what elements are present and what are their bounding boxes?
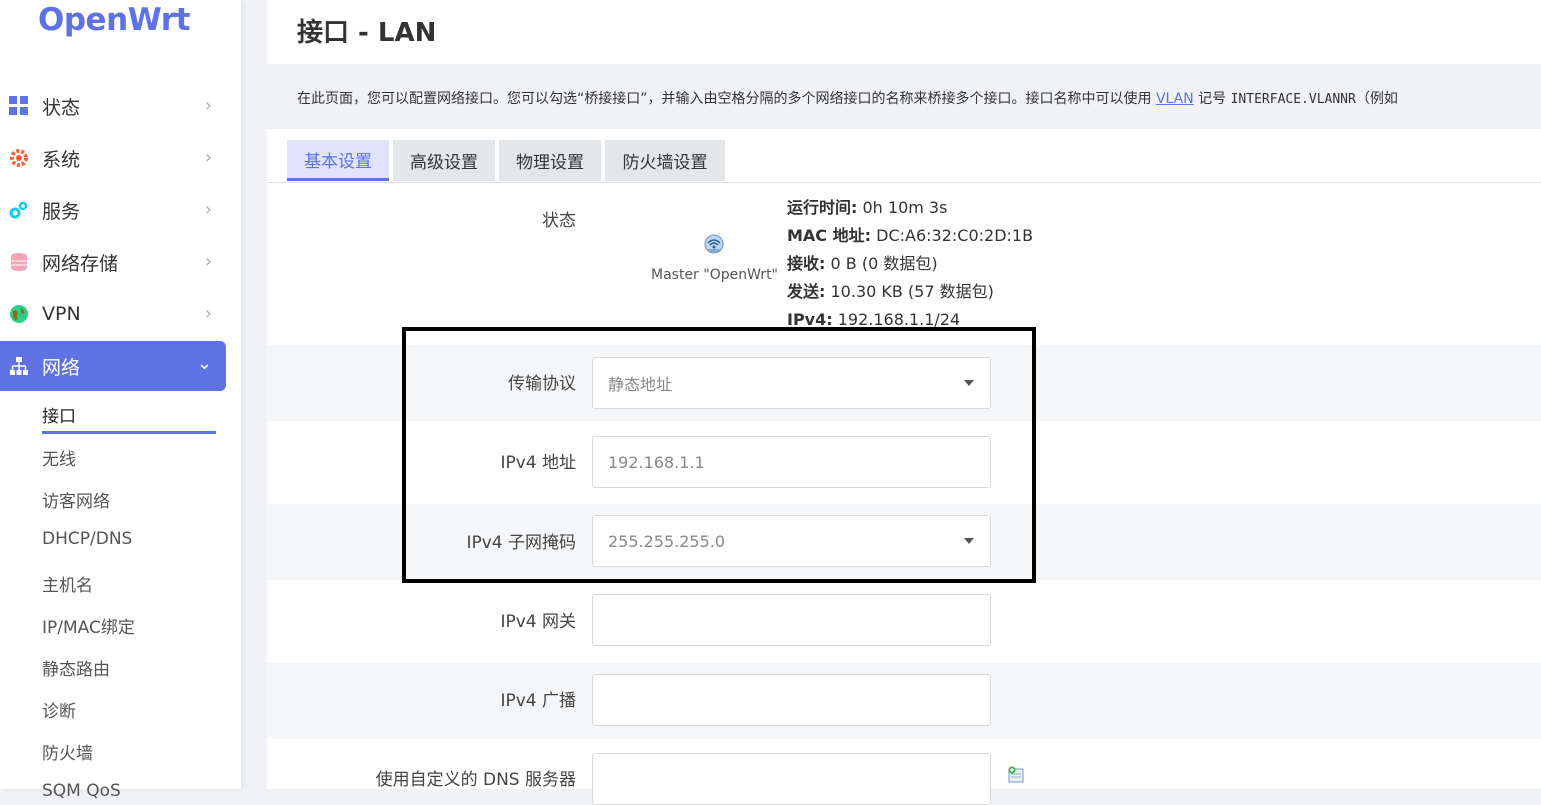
description-text: 在此页面，您可以配置网络接口。您可以勾选“桥接接口”，并输入由空格分隔的多个网络… [297,91,1156,107]
gateway-input[interactable] [592,594,991,646]
sidebar-item-system[interactable]: 系统 › [0,133,226,183]
uptime-label: 运行时间: [787,198,858,217]
gear-icon [8,147,30,169]
description-code: INTERFACE.VLANNR [1230,92,1356,107]
dashboard-grid-icon [8,95,30,117]
tab-physical[interactable]: 物理设置 [499,140,601,181]
tx-line: 发送: 10.30 KB (57 数据包) [787,278,1033,306]
sidebar-item-label: 状态 [42,96,81,119]
sidebar-item-label: 系统 [42,148,81,171]
gateway-label: IPv4 网关 [500,612,576,632]
page-description: 在此页面，您可以配置网络接口。您可以勾选“桥接接口”，并输入由空格分隔的多个网络… [297,88,1398,108]
chevron-right-icon: › [204,199,212,220]
sitemap-icon [8,355,30,377]
description-text: （例如 [1355,91,1398,107]
chevron-right-icon: › [204,303,212,324]
description-text: 记号 [1193,91,1231,107]
chevron-right-icon: › [204,147,212,168]
cogs-icon [8,199,30,221]
highlight-annotation-box [402,327,1036,583]
mac-line: MAC 地址: DC:A6:32:C0:2D:1B [787,222,1033,250]
sidebar-subitem-wireless[interactable]: 无线 [42,445,76,470]
sidebar-subitem-ipmac[interactable]: IP/MAC绑定 [42,613,135,638]
chevron-down-icon: ⌄ [196,353,212,374]
database-icon [8,251,30,273]
status-info: 运行时间: 0h 10m 3s MAC 地址: DC:A6:32:C0:2D:1… [787,194,1033,334]
chevron-right-icon: › [204,251,212,272]
chevron-right-icon: › [204,95,212,116]
tx-label: 发送: [787,282,826,301]
uptime-value: 0h 10m 3s [857,198,948,217]
rx-line: 接收: 0 B (0 数据包) [787,250,1033,278]
device-name: Master "OpenWrt" [651,267,778,283]
broadcast-label: IPv4 广播 [500,691,576,711]
sidebar-item-services[interactable]: 服务 › [0,185,226,235]
sidebar-item-status[interactable]: 状态 › [0,81,226,131]
sidebar-subitem-diagnostics[interactable]: 诊断 [42,697,76,722]
sidebar: OpenWrt 状态 › 系统 › 服务 › 网络存储 › VPN › 网络 ⌄… [0,0,241,801]
logo[interactable]: OpenWrt [38,2,190,38]
title-card [267,0,1541,64]
wifi-device-icon [704,234,724,258]
dns-label: 使用自定义的 DNS 服务器 [375,770,576,790]
sidebar-subitem-routes[interactable]: 静态路由 [42,655,110,680]
add-entry-icon[interactable] [1007,766,1025,788]
sidebar-subitem-firewall[interactable]: 防火墙 [42,739,93,764]
sidebar-subitem-hostnames[interactable]: 主机名 [42,571,93,596]
active-underline [42,431,216,434]
sidebar-item-label: VPN [42,303,81,325]
sidebar-subitem-guest[interactable]: 访客网络 [42,487,110,512]
rx-value: 0 B (0 数据包) [825,254,938,273]
globe-icon [8,303,30,325]
status-label: 状态 [542,211,576,231]
tab-firewall[interactable]: 防火墙设置 [605,140,725,181]
tabs-divider [267,182,1541,183]
sidebar-item-label: 网络存储 [42,252,119,275]
page-title: 接口 - LAN [297,18,437,48]
sidebar-subitem-dhcp[interactable]: DHCP/DNS [42,529,132,549]
sidebar-item-label: 服务 [42,200,81,223]
sidebar-item-vpn[interactable]: VPN › [0,289,226,339]
tab-basic[interactable]: 基本设置 [287,140,389,181]
tab-advanced[interactable]: 高级设置 [393,140,495,181]
dns-input[interactable] [592,753,991,805]
mac-label: MAC 地址: [787,226,872,245]
broadcast-input[interactable] [592,674,991,726]
tx-value: 10.30 KB (57 数据包) [825,282,994,301]
rx-label: 接收: [787,254,826,273]
vlan-link[interactable]: VLAN [1156,91,1194,107]
mac-value: DC:A6:32:C0:2D:1B [871,226,1034,245]
sidebar-item-network[interactable]: 网络 ⌄ [0,341,226,391]
sidebar-item-label: 网络 [42,356,81,379]
sidebar-subitem-interfaces[interactable]: 接口 [42,402,76,427]
sidebar-subitem-sqm[interactable]: SQM QoS [42,781,121,801]
uptime-line: 运行时间: 0h 10m 3s [787,194,1033,222]
sidebar-item-nas[interactable]: 网络存储 › [0,237,226,287]
